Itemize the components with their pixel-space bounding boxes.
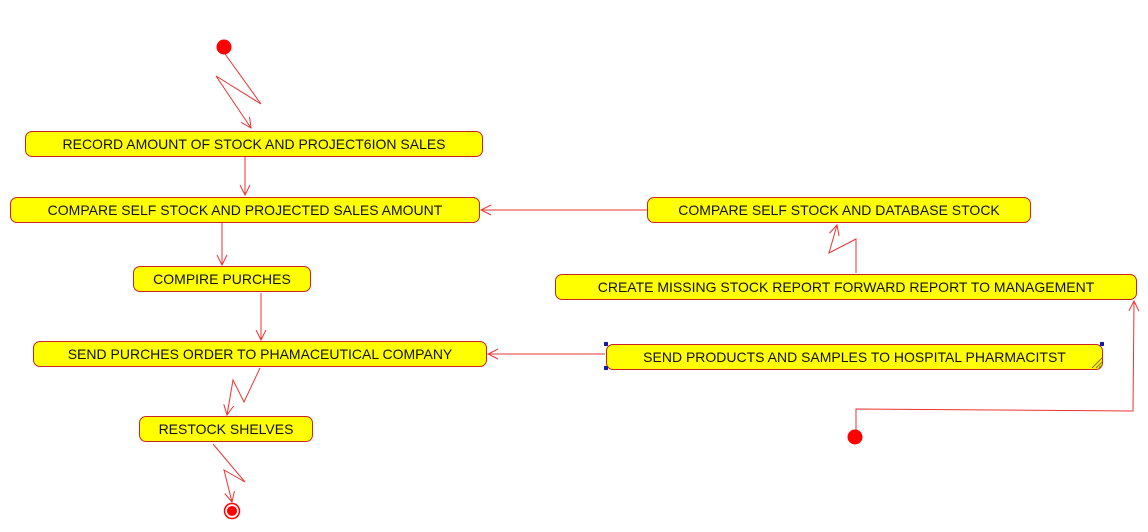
- edge-send-order-to-restock[interactable]: [227, 367, 261, 415]
- selection-handle[interactable]: [604, 366, 608, 370]
- final-node-inner: [227, 506, 237, 516]
- action-compire-purches[interactable]: COMPIRE PURCHES: [133, 266, 311, 292]
- action-send-products-samples[interactable]: SEND PRODUCTS AND SAMPLES TO HOSPITAL PH…: [606, 344, 1103, 370]
- edge-start-to-record[interactable]: [215, 53, 262, 128]
- selection-handle[interactable]: [604, 342, 608, 346]
- action-restock-shelves[interactable]: RESTOCK SHELVES: [139, 416, 313, 442]
- action-send-purches-order[interactable]: SEND PURCHES ORDER TO PHAMACEUTICAL COMP…: [33, 341, 487, 367]
- action-record-stock[interactable]: RECORD AMOUNT OF STOCK AND PROJECT6ION S…: [25, 131, 483, 157]
- action-create-missing-stock-report[interactable]: CREATE MISSING STOCK REPORT FORWARD REPO…: [555, 274, 1137, 300]
- initial-node-2[interactable]: [847, 429, 863, 445]
- edge-missing-report-to-compare-db[interactable]: [828, 225, 857, 273]
- selection-handle[interactable]: [1100, 342, 1104, 346]
- resize-grip-icon[interactable]: [1091, 357, 1103, 369]
- action-compare-database-stock[interactable]: COMPARE SELF STOCK AND DATABASE STOCK: [647, 197, 1031, 223]
- action-compare-self-stock[interactable]: COMPARE SELF STOCK AND PROJECTED SALES A…: [10, 197, 480, 223]
- initial-node[interactable]: [216, 39, 232, 55]
- edge-restock-to-end[interactable]: [212, 443, 246, 502]
